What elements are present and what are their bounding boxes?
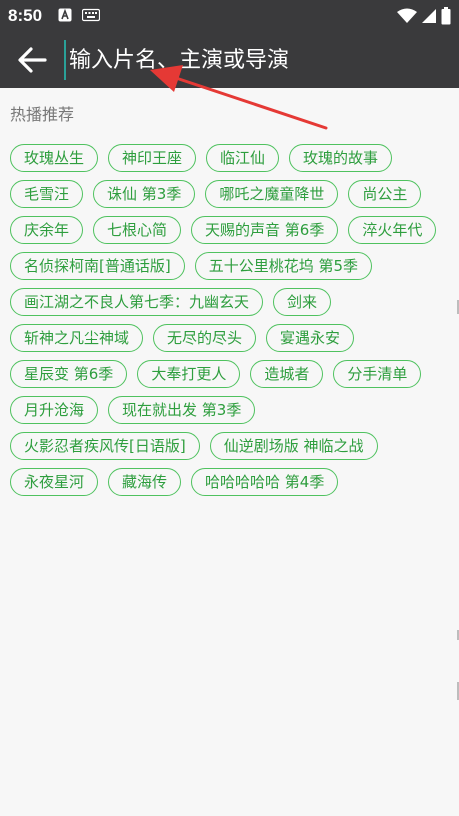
signal-icon	[422, 9, 436, 23]
text-notification-icon	[58, 8, 72, 22]
tag-chip[interactable]: 造城者	[250, 360, 324, 388]
wifi-icon	[397, 8, 417, 23]
tag-chip[interactable]: 五十公里桃花坞 第5季	[194, 252, 373, 280]
tag-chip[interactable]: 哪吒之魔童降世	[205, 180, 339, 208]
tag-chip[interactable]: 画江湖之不良人第七季：九幽玄天	[10, 288, 264, 316]
back-arrow-icon	[18, 47, 47, 73]
tag-chip[interactable]: 天赐的声音 第6季	[191, 216, 339, 244]
tag-chip[interactable]: 七根心简	[93, 216, 182, 244]
tag-chip[interactable]: 尚公主	[348, 180, 422, 208]
tag-chip[interactable]: 哈哈哈哈哈 第4季	[191, 468, 339, 496]
tag-chip[interactable]: 神印王座	[108, 144, 197, 172]
tag-chip[interactable]: 星辰变 第6季	[10, 360, 128, 388]
section-title: 热播推荐	[10, 105, 75, 124]
tag-chip[interactable]: 淬火年代	[348, 216, 437, 244]
tag-chip[interactable]: 庆余年	[10, 216, 84, 244]
tag-chip[interactable]: 现在就出发 第3季	[108, 396, 256, 424]
tag-chip[interactable]: 藏海传	[108, 468, 182, 496]
status-bar: 8:50	[0, 0, 459, 32]
tag-chip[interactable]: 诛仙 第3季	[93, 180, 196, 208]
tag-chip[interactable]: 临江仙	[206, 144, 280, 172]
tag-chip[interactable]: 永夜星河	[10, 468, 99, 496]
tag-chip[interactable]: 分手清单	[333, 360, 422, 388]
tag-chip[interactable]: 仙逆剧场版 神临之战	[209, 432, 378, 460]
tag-chip[interactable]: 无尽的尽头	[153, 324, 257, 352]
status-right-icons	[397, 7, 451, 25]
keyboard-icon	[82, 8, 100, 22]
status-notification-icons	[58, 8, 100, 22]
tag-chip[interactable]: 月升沧海	[10, 396, 99, 424]
tag-chip[interactable]: 火影忍者疾风传[日语版]	[10, 432, 200, 460]
tag-chip[interactable]: 玫瑰的故事	[289, 144, 393, 172]
battery-icon	[441, 7, 451, 25]
back-button[interactable]	[14, 44, 50, 76]
search-bar	[0, 32, 459, 88]
tag-chip[interactable]: 宴遇永安	[266, 324, 355, 352]
tag-chip[interactable]: 剑来	[273, 288, 332, 316]
tag-list: 玫瑰丛生 神印王座 临江仙 玫瑰的故事毛雪汪 诛仙 第3季 哪吒之魔童降世 尚公主庆余年 七根…	[10, 144, 450, 496]
status-time: 8:50	[8, 6, 43, 25]
search-input[interactable]	[64, 40, 439, 80]
tag-chip[interactable]: 大奉打更人	[137, 360, 241, 388]
tag-chip[interactable]: 玫瑰丛生	[10, 144, 99, 172]
tag-chip[interactable]: 名侦探柯南[普通话版]	[10, 252, 185, 280]
tag-chip[interactable]: 毛雪汪	[10, 180, 84, 208]
tag-chip[interactable]: 斩神之凡尘神域	[10, 324, 144, 352]
